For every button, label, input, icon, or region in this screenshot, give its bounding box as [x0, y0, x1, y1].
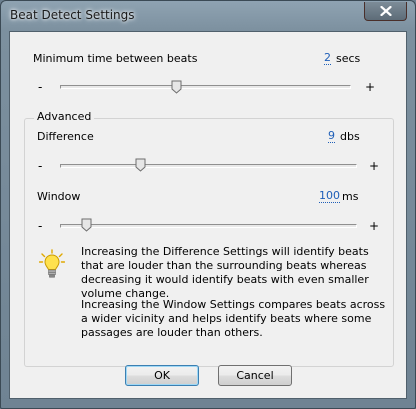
window-slider-track[interactable] — [60, 224, 357, 228]
min-time-slider-track[interactable] — [60, 85, 351, 89]
dialog-body: Minimum time between beats 2 secs - + Ad… — [9, 31, 407, 399]
cancel-button[interactable]: Cancel — [218, 365, 292, 386]
window-label: Window — [37, 190, 81, 203]
difference-slider-thumb[interactable] — [135, 158, 146, 172]
lightbulb-icon — [39, 249, 65, 278]
difference-slider-track[interactable] — [60, 164, 357, 168]
window-slider-thumb[interactable] — [81, 218, 92, 232]
min-time-unit: secs — [336, 52, 361, 65]
min-time-minus: - — [38, 80, 43, 94]
min-time-plus: + — [365, 80, 376, 94]
ok-button[interactable]: OK — [125, 365, 199, 386]
difference-plus: + — [369, 159, 380, 173]
close-icon — [380, 6, 392, 16]
title-bar[interactable]: Beat Detect Settings — [1, 1, 415, 31]
window-unit: ms — [342, 190, 359, 203]
min-time-value[interactable]: 2 — [324, 52, 331, 65]
difference-label: Difference — [37, 130, 94, 143]
window-title: Beat Detect Settings — [10, 8, 135, 22]
min-time-label: Minimum time between beats — [33, 52, 198, 65]
window-info-text: Increasing the Window Settings compares … — [81, 298, 386, 339]
difference-unit: dbs — [340, 130, 360, 143]
difference-info-text: Increasing the Difference Settings will … — [81, 245, 369, 300]
dialog-window: Beat Detect Settings Minimum time betwee… — [0, 0, 416, 409]
close-button[interactable] — [364, 2, 407, 21]
difference-minus: - — [38, 159, 43, 173]
difference-value[interactable]: 9 — [328, 130, 335, 143]
window-minus: - — [38, 219, 43, 233]
advanced-legend: Advanced — [34, 110, 95, 123]
window-value[interactable]: 100 — [319, 190, 340, 203]
min-time-slider-thumb[interactable] — [171, 80, 182, 94]
window-plus: + — [369, 219, 380, 233]
